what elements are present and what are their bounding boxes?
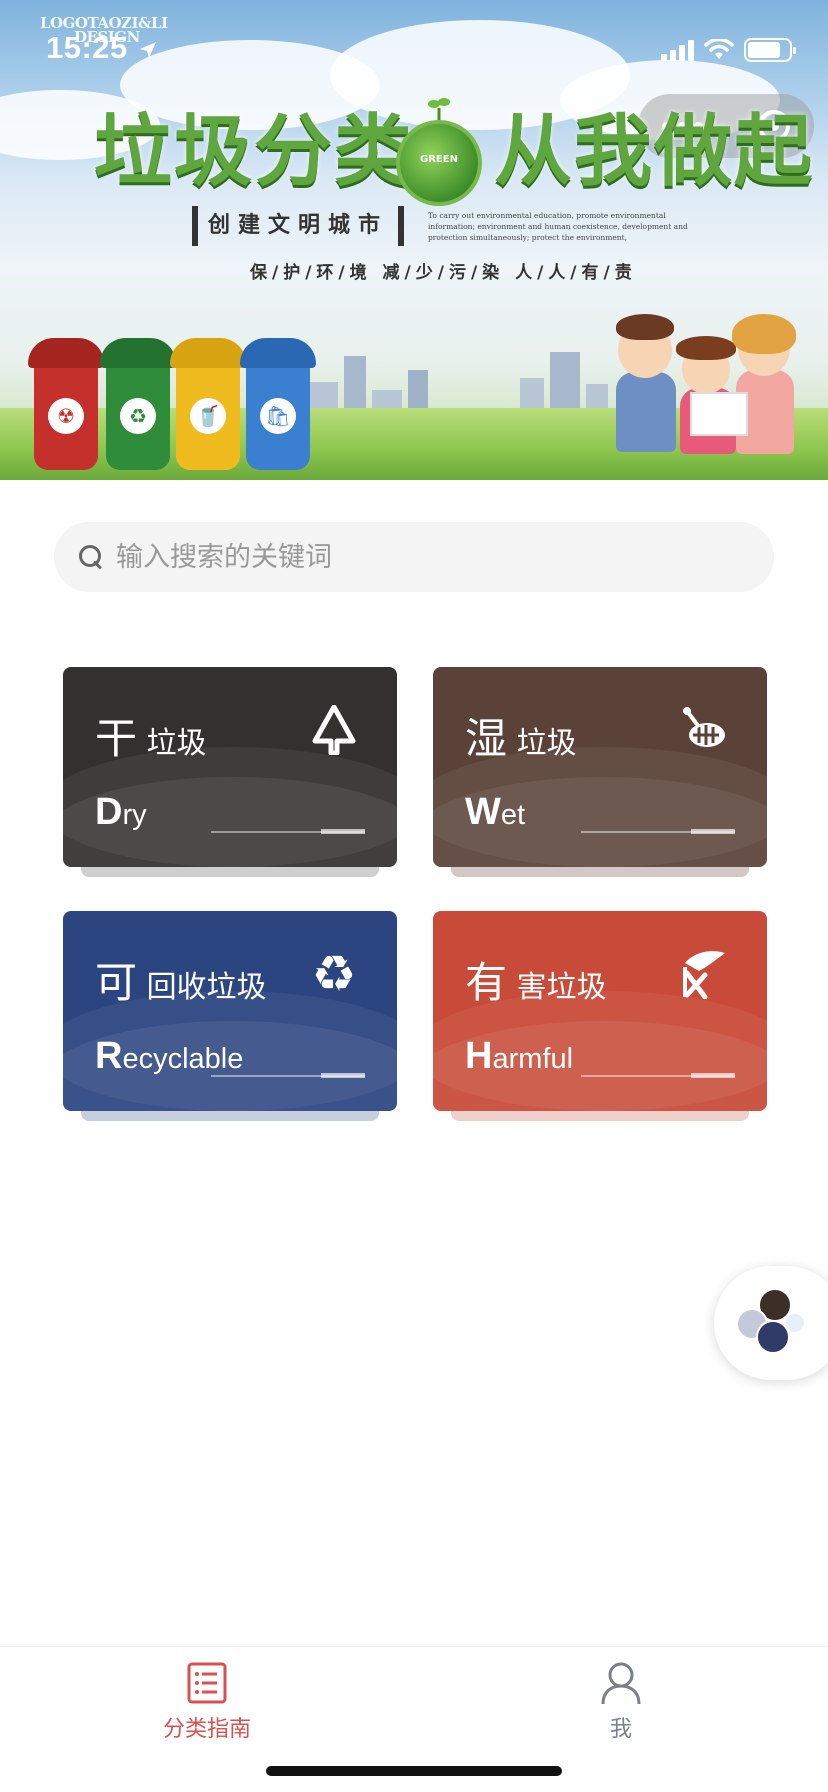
category-card-recyclable[interactable]: 可 回收垃圾 Recyclable ♻ — [63, 911, 397, 1121]
battery-hazard-icon — [683, 951, 725, 999]
avatar — [784, 1312, 806, 1334]
tab-guide[interactable]: 分类指南 — [107, 1661, 307, 1743]
fish-bone-icon — [683, 707, 725, 747]
globe-label: GREEN — [420, 154, 458, 165]
banner-english-note: To carry out environmental education, pr… — [428, 211, 688, 242]
recyclable-bin: ♻ — [100, 338, 176, 470]
home-indicator — [266, 1766, 562, 1776]
recycle-icon: ♻ — [311, 945, 357, 1003]
card-divider — [581, 1073, 735, 1078]
card-english-label: Recyclable — [95, 1035, 244, 1077]
banner-slogan-left: 垃圾分类 — [94, 107, 415, 197]
card-body[interactable]: 干 垃圾 Dry — [63, 667, 397, 867]
status-indicators — [661, 38, 796, 62]
card-divider — [211, 829, 365, 834]
card-divider — [581, 829, 735, 834]
card-title: 有 害垃圾 — [465, 958, 607, 1007]
card-divider — [211, 1073, 365, 1078]
family-illustration — [610, 292, 800, 472]
card-english-label: Wet — [465, 791, 526, 833]
user-icon — [601, 1662, 641, 1705]
wifi-icon — [704, 39, 734, 59]
search-input[interactable] — [116, 541, 716, 573]
battery-icon — [744, 38, 796, 62]
location-arrow-icon — [140, 42, 156, 58]
search-bar[interactable] — [54, 522, 774, 592]
other-bin: 🛍 — [240, 338, 316, 470]
card-english-label: Harmful — [465, 1035, 574, 1077]
banner: LOGOTAOZI&LI DESIGN 15:25 垃圾分类 GREEN 从我做… — [0, 0, 828, 480]
card-title: 干 垃圾 — [95, 714, 207, 763]
list-icon — [187, 1662, 227, 1704]
card-title: 可 回收垃圾 — [95, 958, 267, 1007]
tab-label: 我 — [609, 1717, 632, 1742]
tab-me[interactable]: 我 — [521, 1661, 721, 1743]
kitchen-bin: 🥤 — [170, 338, 246, 470]
card-body[interactable]: 湿 垃圾 Wet — [433, 667, 767, 867]
harmful-bin: ☢ — [28, 338, 104, 470]
banner-motto: 保/护/环/境 减/少/污/染 人/人/有/责 — [250, 263, 637, 283]
tree-icon — [312, 705, 356, 755]
status-time: 15:25 — [46, 30, 128, 65]
green-globe-icon: GREEN — [396, 120, 482, 206]
signal-icon — [661, 39, 694, 61]
banner-sub-slogan: 创建文明城市 — [192, 206, 405, 246]
category-card-wet[interactable]: 湿 垃圾 Wet — [433, 667, 767, 877]
category-card-harmful[interactable]: 有 害垃圾 Harmful — [433, 911, 767, 1121]
card-body[interactable]: 可 回收垃圾 Recyclable ♻ — [63, 911, 397, 1111]
card-title: 湿 垃圾 — [465, 714, 577, 763]
banner-slogan-right: 从我做起 — [494, 107, 815, 197]
contact-float-button[interactable] — [714, 1266, 828, 1380]
search-icon — [76, 542, 106, 572]
tab-label: 分类指南 — [162, 1717, 251, 1742]
category-card-dry[interactable]: 干 垃圾 Dry — [63, 667, 397, 877]
card-english-label: Dry — [95, 791, 147, 833]
card-body[interactable]: 有 害垃圾 Harmful — [433, 911, 767, 1111]
